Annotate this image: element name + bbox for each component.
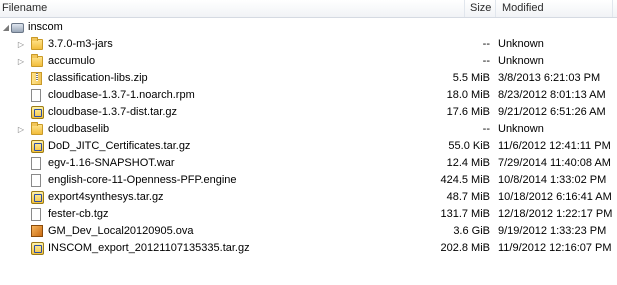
file-size: 5.5 MiB	[452, 72, 490, 84]
file-size: 131.7 MiB	[440, 208, 490, 220]
file-name: cloudbase-1.3.7-dist.tar.gz	[48, 106, 178, 118]
archive-icon	[31, 106, 44, 119]
file-size: 18.0 MiB	[446, 89, 490, 101]
file-modified: 8/23/2012 8:01:13 AM	[498, 89, 606, 101]
file-row[interactable]: ▷ 3.7.0-m3-jars -- Unknown	[0, 36, 617, 53]
file-name: GM_Dev_Local20120905.ova	[48, 225, 194, 237]
package-icon	[31, 225, 43, 237]
file-modified: Unknown	[498, 38, 544, 50]
file-row[interactable]: classification-libs.zip 5.5 MiB 3/8/2013 6…	[0, 70, 617, 87]
file-modified: 10/8/2014 1:33:02 PM	[498, 174, 607, 186]
file-name: INSCOM_export_20121107135335.tar.gz	[48, 242, 250, 254]
file-row[interactable]: fester-cb.tgz 131.7 MiB 12/18/2012 1:22:17…	[0, 206, 617, 223]
file-row[interactable]: ▷ accumulo -- Unknown	[0, 53, 617, 70]
file-icon	[31, 174, 41, 187]
file-size: 3.6 GiB	[453, 225, 490, 237]
file-icon	[31, 89, 41, 102]
expand-arrow-icon[interactable]: ▷	[16, 36, 26, 53]
folder-icon	[31, 122, 43, 135]
column-header: Filename Size Modified	[0, 0, 617, 18]
file-row[interactable]: ▷ cloudbaselib -- Unknown	[0, 121, 617, 138]
file-modified: 12/18/2012 1:22:17 PM	[498, 208, 613, 220]
file-modified: 10/18/2012 6:16:41 AM	[498, 191, 612, 203]
file-row[interactable]: INSCOM_export_20121107135335.tar.gz 202.8…	[0, 240, 617, 257]
file-size: 12.4 MiB	[446, 157, 490, 169]
column-divider[interactable]	[464, 0, 465, 17]
file-size: 55.0 KiB	[448, 140, 490, 152]
root-folder-name: inscom	[28, 21, 63, 33]
file-name: DoD_JITC_Certificates.tar.gz	[48, 140, 191, 152]
file-modified: Unknown	[498, 123, 544, 135]
filename-column-header[interactable]: Filename	[2, 0, 47, 17]
file-modified: 9/21/2012 6:51:26 AM	[498, 106, 606, 118]
file-row[interactable]: GM_Dev_Local20120905.ova 3.6 GiB 9/19/2012…	[0, 223, 617, 240]
column-divider[interactable]	[612, 0, 613, 17]
file-name: cloudbaselib	[48, 123, 110, 135]
file-list: ◢ inscom ▷ 3.7.0-m3-jars -- Unknown ▷ accumul…	[0, 19, 617, 257]
file-size: --	[482, 123, 490, 135]
archive-icon	[31, 191, 44, 204]
file-name: 3.7.0-m3-jars	[48, 38, 113, 50]
archive-icon	[31, 242, 44, 255]
file-size: 202.8 MiB	[440, 242, 490, 254]
file-row[interactable]: cloudbase-1.3.7-1.noarch.rpm 18.0 MiB 8/23…	[0, 87, 617, 104]
file-name: accumulo	[48, 55, 96, 67]
file-row[interactable]: egv-1.16-SNAPSHOT.war 12.4 MiB 7/29/2014 1…	[0, 155, 617, 172]
file-modified: 11/6/2012 12:41:11 PM	[498, 140, 611, 152]
collapse-arrow-icon[interactable]: ◢	[1, 19, 11, 36]
file-modified: 9/19/2012 1:33:23 PM	[498, 225, 607, 237]
file-size: --	[482, 38, 490, 50]
expand-arrow-icon[interactable]: ▷	[16, 121, 26, 138]
size-column-header[interactable]: Size	[470, 0, 491, 17]
folder-icon	[31, 54, 43, 67]
file-name: english-core-11-Openness-PFP.engine	[48, 174, 237, 186]
file-size: 17.6 MiB	[446, 106, 490, 118]
file-row[interactable]: english-core-11-Openness-PFP.engine 424.5…	[0, 172, 617, 189]
expand-arrow-icon[interactable]: ▷	[16, 53, 26, 70]
file-name: cloudbase-1.3.7-1.noarch.rpm	[48, 89, 195, 101]
folder-icon	[31, 37, 43, 50]
column-divider[interactable]	[495, 0, 496, 17]
file-name: classification-libs.zip	[48, 72, 148, 84]
drive-icon	[11, 23, 24, 33]
file-size: 48.7 MiB	[446, 191, 490, 203]
file-row[interactable]: export4synthesys.tar.gz 48.7 MiB 10/18/201…	[0, 189, 617, 206]
file-name: fester-cb.tgz	[48, 208, 109, 220]
file-row[interactable]: cloudbase-1.3.7-dist.tar.gz 17.6 MiB 9/21/…	[0, 104, 617, 121]
file-size: --	[482, 55, 490, 67]
modified-column-header[interactable]: Modified	[502, 0, 544, 17]
archive-icon	[31, 140, 44, 153]
file-name: egv-1.16-SNAPSHOT.war	[48, 157, 175, 169]
file-modified: 11/9/2012 12:16:07 PM	[498, 242, 612, 254]
file-size: 424.5 MiB	[440, 174, 490, 186]
file-modified: 7/29/2014 11:40:08 AM	[498, 157, 611, 169]
tree-root-row[interactable]: ◢ inscom	[0, 19, 617, 36]
file-icon	[31, 157, 41, 170]
file-icon	[31, 208, 41, 221]
zip-icon	[31, 72, 42, 85]
file-modified: 3/8/2013 6:21:03 PM	[498, 72, 601, 84]
file-modified: Unknown	[498, 55, 544, 67]
file-row[interactable]: DoD_JITC_Certificates.tar.gz 55.0 KiB 11/6…	[0, 138, 617, 155]
file-name: export4synthesys.tar.gz	[48, 191, 164, 203]
